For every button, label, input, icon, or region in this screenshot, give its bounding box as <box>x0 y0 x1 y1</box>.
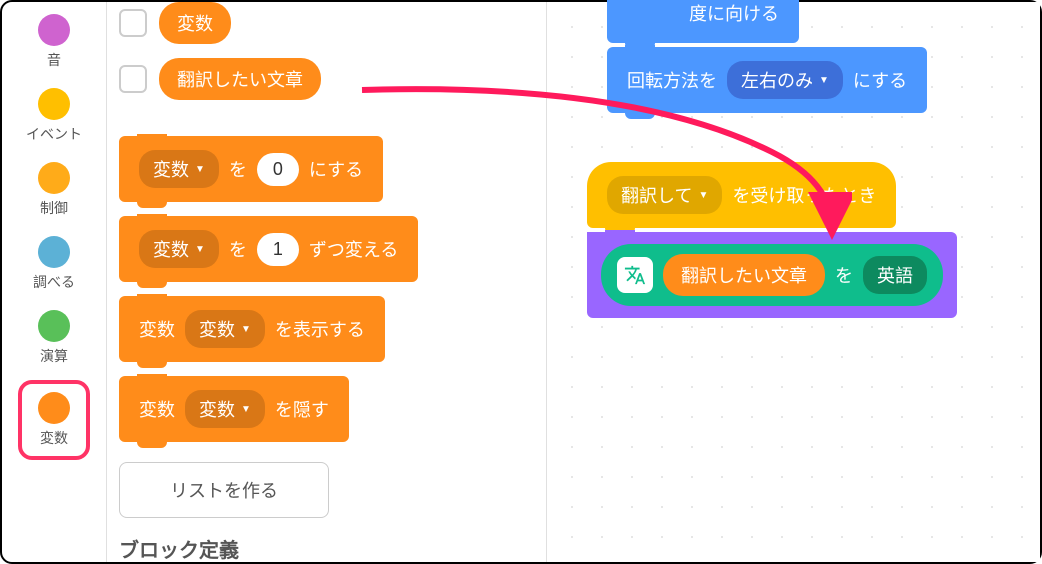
block-text: を <box>835 262 853 288</box>
variable-dropdown[interactable]: 変数 ▼ <box>139 230 219 268</box>
translate-icon <box>617 257 653 293</box>
variable-reporter-in-translate[interactable]: 翻訳したい文章 <box>663 254 825 296</box>
translate-reporter-block[interactable]: 翻訳したい文章 を 英語 <box>601 244 943 306</box>
receive-message-hat-block[interactable]: 翻訳して ▼ を受け取ったとき <box>587 162 896 228</box>
block-text: 変数 <box>139 316 175 342</box>
category-variables[interactable]: 変数 <box>18 380 90 460</box>
dropdown-label: 左右のみ <box>741 67 813 93</box>
category-sensing[interactable]: 調べる <box>29 232 79 296</box>
category-operators[interactable]: 演算 <box>34 306 74 370</box>
hide-variable-block[interactable]: 変数 変数 ▼ を隠す <box>119 376 349 442</box>
chevron-down-icon: ▼ <box>698 190 708 201</box>
dropdown-label: 英語 <box>877 262 913 288</box>
block-palette: 変数 翻訳したい文章 変数 ▼ を 0 にする 変数 ▼ を 1 ずつ変える <box>107 2 547 562</box>
category-label: 演算 <box>40 346 68 366</box>
variable-reporter-translate[interactable]: 翻訳したい文章 <box>159 58 321 100</box>
chevron-down-icon: ▼ <box>241 404 251 415</box>
make-list-button[interactable]: リストを作る <box>119 462 329 518</box>
set-variable-block[interactable]: 変数 ▼ を 0 にする <box>119 136 383 202</box>
category-sidebar: 音 イベント 制御 調べる 演算 変数 <box>2 2 107 562</box>
category-control[interactable]: 制御 <box>34 158 74 222</box>
category-circle-icon <box>38 14 70 46</box>
block-text: を表示する <box>275 316 365 342</box>
variable-checkbox[interactable] <box>119 9 147 37</box>
category-label: 変数 <box>40 428 68 448</box>
chevron-down-icon: ▼ <box>195 244 205 255</box>
category-label: 調べる <box>33 272 75 292</box>
number-input[interactable]: 0 <box>257 153 299 186</box>
dropdown-label: 翻訳して <box>621 182 692 208</box>
rotation-style-block[interactable]: 回転方法を 左右のみ ▼ にする <box>607 47 927 113</box>
dropdown-label: 変数 <box>153 156 189 182</box>
dropdown-label: 変数 <box>153 236 189 262</box>
category-circle-icon <box>38 162 70 194</box>
dropdown-label: 変数 <box>199 396 235 422</box>
category-circle-icon <box>38 236 70 268</box>
language-dropdown[interactable]: 英語 <box>863 256 927 294</box>
category-label: イベント <box>26 124 82 144</box>
workspace[interactable]: 90 度に向ける 回転方法を 左右のみ ▼ にする 翻訳して ▼ を受け取ったと… <box>547 2 1040 562</box>
block-text: を受け取ったとき <box>732 182 876 208</box>
block-text: を <box>229 236 247 262</box>
section-heading: ブロック定義 <box>119 534 534 563</box>
block-text: にする <box>309 156 363 182</box>
block-text: を隠す <box>275 396 329 422</box>
category-sound[interactable]: 音 <box>34 10 74 74</box>
change-variable-block[interactable]: 変数 ▼ を 1 ずつ変える <box>119 216 418 282</box>
show-variable-block[interactable]: 変数 変数 ▼ を表示する <box>119 296 385 362</box>
message-dropdown[interactable]: 翻訳して ▼ <box>607 176 722 214</box>
category-circle-icon <box>38 392 70 424</box>
point-direction-block[interactable]: 90 度に向ける <box>607 0 799 43</box>
block-text: ずつ変える <box>309 236 398 262</box>
category-label: 制御 <box>40 198 68 218</box>
variable-dropdown[interactable]: 変数 ▼ <box>139 150 219 188</box>
rotation-dropdown[interactable]: 左右のみ ▼ <box>727 61 843 99</box>
variable-reporter[interactable]: 変数 <box>159 2 231 44</box>
category-circle-icon <box>38 310 70 342</box>
block-text: にする <box>853 67 907 93</box>
chevron-down-icon: ▼ <box>195 164 205 175</box>
block-text: 回転方法を <box>627 67 717 93</box>
chevron-down-icon: ▼ <box>241 324 251 335</box>
chevron-down-icon: ▼ <box>819 75 829 86</box>
block-text: 変数 <box>139 396 175 422</box>
variable-dropdown[interactable]: 変数 ▼ <box>185 310 265 348</box>
block-text: 度に向ける <box>689 0 779 26</box>
category-events[interactable]: イベント <box>22 84 86 148</box>
block-text: を <box>229 156 247 182</box>
translate-extension-block[interactable]: 翻訳したい文章 を 英語 <box>587 232 957 318</box>
dropdown-label: 変数 <box>199 316 235 342</box>
number-input[interactable]: 1 <box>257 233 299 266</box>
variable-dropdown[interactable]: 変数 ▼ <box>185 390 265 428</box>
category-label: 音 <box>47 50 61 70</box>
variable-checkbox[interactable] <box>119 65 147 93</box>
category-circle-icon <box>38 88 70 120</box>
